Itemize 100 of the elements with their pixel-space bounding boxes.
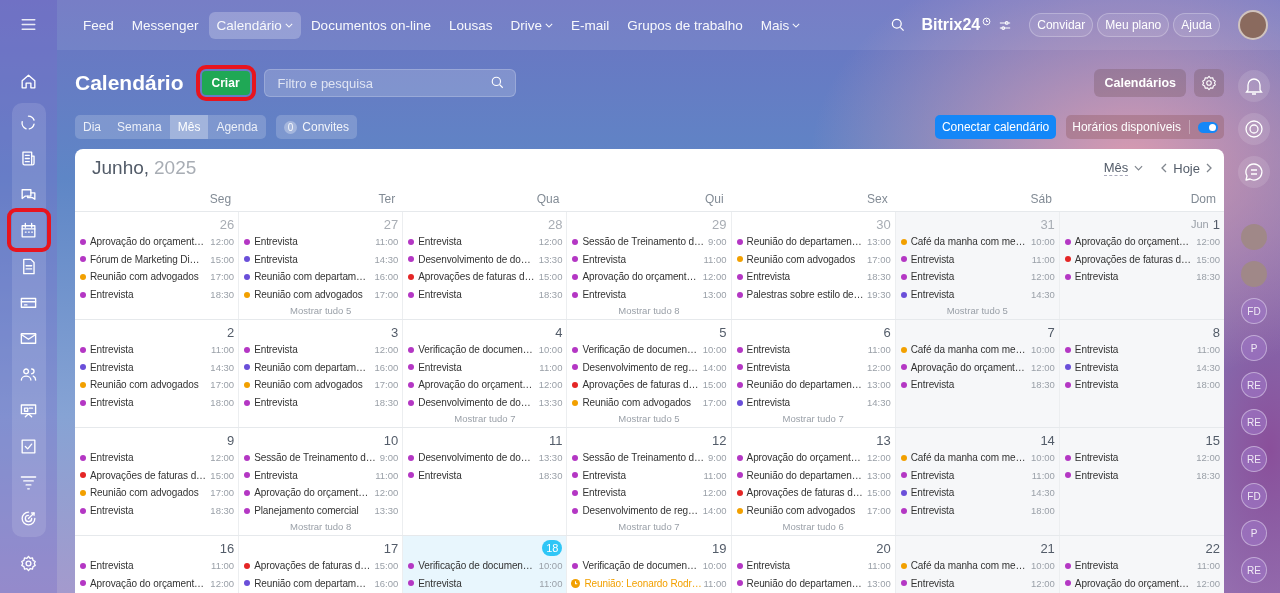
calendar-event[interactable]: Entrevista 12:00: [79, 449, 235, 467]
bell-icon[interactable]: [1238, 70, 1270, 102]
calendar-event[interactable]: Desenvolvimento de do… 13:30: [407, 449, 563, 467]
connect-calendar-button[interactable]: Conectar calendário: [934, 115, 1057, 139]
calendar-event[interactable]: Entrevista 11:00: [1063, 341, 1220, 359]
calendar-event[interactable]: Reunião com advogados 17:00: [79, 376, 235, 394]
nav-tab[interactable]: Lousas: [440, 11, 501, 39]
day-cell[interactable]: 27 Entrevista 11:00 Entrevista 14:30 Reunião com departam… 16:00 Reunião com advogados 17:00 Mostrar tudo 5: [239, 212, 404, 319]
calendar-event[interactable]: Verificação de documen… 10:00: [571, 341, 727, 359]
calendar-event[interactable]: Desenvolvimento de do… 13:30: [407, 393, 563, 412]
calendar-event[interactable]: Entrevista 11:00: [407, 358, 563, 377]
day-cell[interactable]: Jun 1 Aprovação do orçament… 12:00 Aprovações de faturas d… 15:00 Entrevista 18:30: [1059, 212, 1224, 319]
day-cell[interactable]: 26 Aprovação do orçament… 12:00 Fórum de Marketing Di… 15:00 Reunião com advogados 17:00 Entrevista 18:30: [75, 212, 240, 319]
contact-avatar[interactable]: RE: [1241, 372, 1267, 398]
calendar-event[interactable]: Entrevista 11:00: [735, 557, 891, 575]
day-cell[interactable]: 20 Entrevista 11:00 Reunião do departamen… 13:00: [731, 536, 896, 593]
day-cell[interactable]: 4 Verificação de documen… 10:00 Entrevista 11:00 Aprovação do orçament… 12:00 Desenvolvimento de do… 13:30 Mostrar tudo 7: [403, 320, 568, 427]
calendar-event[interactable]: Aprovação do orçament… 12:00: [79, 233, 235, 251]
nav-tab[interactable]: Documentos on-line: [302, 11, 439, 39]
calendar-event[interactable]: Aprovação do orçament… 12:00: [571, 268, 727, 286]
contact-avatar[interactable]: RE: [1241, 446, 1267, 472]
calendar-event[interactable]: Reunião do departamen… 13:00: [735, 466, 891, 485]
calendar-event[interactable]: Aprovações de faturas d… 15:00: [243, 557, 399, 575]
settings-icon[interactable]: [19, 554, 38, 573]
calendar-event[interactable]: Reunião com advogados 17:00: [79, 484, 235, 502]
calendar-event[interactable]: Aprovação do orçament… 12:00: [735, 449, 891, 467]
calendar-event[interactable]: Entrevista 11:00: [243, 233, 399, 251]
search-icon[interactable]: [889, 17, 906, 33]
view-dropdown[interactable]: Mês: [1103, 160, 1129, 176]
calendar-event[interactable]: Entrevista 12:00: [243, 341, 399, 359]
previous-icon[interactable]: [1161, 163, 1168, 173]
day-cell[interactable]: 18 Verificação de documen… 10:00 Entrevista 11:00: [403, 536, 568, 593]
calendar-event[interactable]: Aprovação do orçament… 12:00: [79, 574, 235, 593]
calendar-event[interactable]: Entrevista 11:00: [735, 341, 891, 359]
home-icon[interactable]: [19, 72, 38, 91]
calendar-event[interactable]: Aprovação do orçament… 12:00: [1063, 574, 1220, 593]
calendar-event[interactable]: Entrevista 18:30: [1063, 466, 1220, 485]
calendar-event[interactable]: Entrevista 11:00: [1063, 557, 1220, 575]
calendar-event[interactable]: Aprovações de faturas d… 15:00: [571, 376, 727, 394]
calendar-event[interactable]: Desenvolvimento de do… 13:30: [407, 250, 563, 269]
calendar-event[interactable]: Aprovação do orçament… 12:00: [1063, 233, 1220, 251]
calendar-event[interactable]: Entrevista 18:30: [243, 393, 399, 412]
calendar-event[interactable]: Reunião do departamen… 13:00: [735, 376, 891, 394]
nav-tab[interactable]: Grupos de trabalho: [619, 11, 751, 39]
calendar-event[interactable]: Entrevista 12:00: [1063, 449, 1220, 467]
calendar-event[interactable]: Entrevista 14:30: [79, 358, 235, 377]
day-cell[interactable]: 29 Sessão de Treinamento d… 9:00 Entrevista 11:00 Aprovação do orçament… 12:00 Entrevista 13:00 Mostrar tudo 8: [567, 212, 732, 319]
next-icon[interactable]: [1206, 163, 1212, 173]
calendar-event[interactable]: Verificação de documen… 10:00: [571, 557, 727, 575]
calendar-event[interactable]: Entrevista 18:30: [407, 466, 563, 485]
day-cell[interactable]: 14 Café da manha com me… 10:00 Entrevista 11:00 Entrevista 14:30 Entrevista 18:00: [895, 428, 1060, 535]
calendar-event[interactable]: Aprovação do orçament… 12:00: [899, 358, 1055, 377]
calendar-event[interactable]: Aprovações de faturas d… 15:00: [79, 466, 235, 485]
calendar-event[interactable]: Entrevista 14:30: [735, 393, 891, 412]
calendar-event[interactable]: Aprovações de faturas d… 15:00: [735, 484, 891, 502]
calendar-event[interactable]: Entrevista 18:00: [1063, 376, 1220, 394]
rings-icon[interactable]: [1238, 113, 1270, 145]
calendar-event[interactable]: Entrevista 14:30: [1063, 358, 1220, 377]
day-cell[interactable]: 31 Café da manha com me… 10:00 Entrevista 11:00 Entrevista 12:00 Entrevista 14:30 Mostrar tudo 5: [895, 212, 1060, 319]
calendar-event[interactable]: Reunião com advogados 17:00: [79, 268, 235, 286]
calendar-event[interactable]: Entrevista 12:00: [571, 484, 727, 502]
day-cell[interactable]: 16 Entrevista 11:00 Aprovação do orçament… 12:00: [75, 536, 240, 593]
calendar-event[interactable]: Entrevista 11:00: [79, 557, 235, 575]
day-cell[interactable]: 10 Sessão de Treinamento d… 9:00 Entrevista 11:00 Aprovação do orçament… 12:00 Planejamento comercial 13:30 Mostrar tudo 8: [239, 428, 404, 535]
day-cell[interactable]: 6 Entrevista 11:00 Entrevista 12:00 Reunião do departamen… 13:00 Entrevista 14:30 Mostrar tudo 7: [731, 320, 896, 427]
calendar-event[interactable]: Entrevista 12:00: [899, 268, 1055, 286]
nav-tab[interactable]: Mais: [752, 11, 809, 39]
day-cell[interactable]: 15 Entrevista 12:00 Entrevista 18:30: [1059, 428, 1224, 535]
calendar-event[interactable]: Entrevista 11:00: [79, 341, 235, 359]
calendar-event[interactable]: Sessão de Treinamento d… 9:00: [571, 233, 727, 251]
day-cell[interactable]: 7 Café da manha com me… 10:00 Aprovação do orçament… 12:00 Entrevista 18:30: [895, 320, 1060, 427]
nav-tab[interactable]: Drive: [502, 11, 561, 39]
day-cell[interactable]: 28 Entrevista 12:00 Desenvolvimento de do… 13:30 Aprovações de faturas d… 15:00 Entrevista 18:30: [403, 212, 568, 319]
contact-avatar[interactable]: RE: [1241, 409, 1267, 435]
calendar-event[interactable]: Entrevista 11:00: [407, 574, 563, 593]
calendar-event[interactable]: Entrevista 11:00: [571, 466, 727, 485]
calendar-event[interactable]: Entrevista 14:30: [899, 285, 1055, 304]
calendar-event[interactable]: Reunião do departamen… 13:00: [735, 574, 891, 593]
nav-tab[interactable]: Feed: [75, 11, 122, 39]
toggle-switch[interactable]: [1198, 121, 1218, 133]
calendar-event[interactable]: Fórum de Marketing Di… 15:00: [79, 250, 235, 269]
calendar-event[interactable]: Sessão de Treinamento d… 9:00: [243, 449, 399, 467]
day-cell[interactable]: 5 Verificação de documen… 10:00 Desenvolvimento de reg… 14:00 Aprovações de faturas d… 15:00 Reunião com advogados 17:00 Mostrar tudo 5: [567, 320, 732, 427]
calendar-event[interactable]: Entrevista 12:00: [735, 358, 891, 377]
calendar-event[interactable]: Reunião com advogados 17:00: [735, 501, 891, 520]
day-cell[interactable]: 12 Sessão de Treinamento d… 9:00 Entrevista 11:00 Entrevista 12:00 Desenvolvimento de reg… 14:00 Mostrar tudo 7: [567, 428, 732, 535]
day-cell[interactable]: 2 Entrevista 11:00 Entrevista 14:30 Reunião com advogados 17:00 Entrevista 18:00: [75, 320, 240, 427]
calendar-event[interactable]: Planejamento comercial 13:30: [243, 501, 399, 520]
calendar-event[interactable]: Palestras sobre estilo de… 19:30: [735, 285, 891, 304]
calendar-event[interactable]: Entrevista 14:30: [899, 484, 1055, 502]
calendar-event[interactable]: Aprovações de faturas d… 15:00: [1063, 250, 1220, 269]
calendar-event[interactable]: Café da manha com me… 10:00: [899, 341, 1055, 359]
user-avatar[interactable]: [1238, 10, 1268, 40]
day-cell[interactable]: 30 Reunião do departamen… 13:00 Reunião com advogados 17:00 Entrevista 18:30 Palestras sobre estilo de… 19:30: [731, 212, 896, 319]
calendars-button[interactable]: Calendários: [1094, 69, 1186, 97]
calendar-event[interactable]: Sessão de Treinamento d… 9:00: [571, 449, 727, 467]
day-cell[interactable]: 21 Café da manha com me… 10:00 Entrevista 12:00: [895, 536, 1060, 593]
calendar-event[interactable]: Entrevista 18:30: [1063, 268, 1220, 286]
calendar-event[interactable]: Entrevista 13:00: [571, 285, 727, 304]
calendar-event[interactable]: Reunião do departamen… 13:00: [735, 233, 891, 251]
